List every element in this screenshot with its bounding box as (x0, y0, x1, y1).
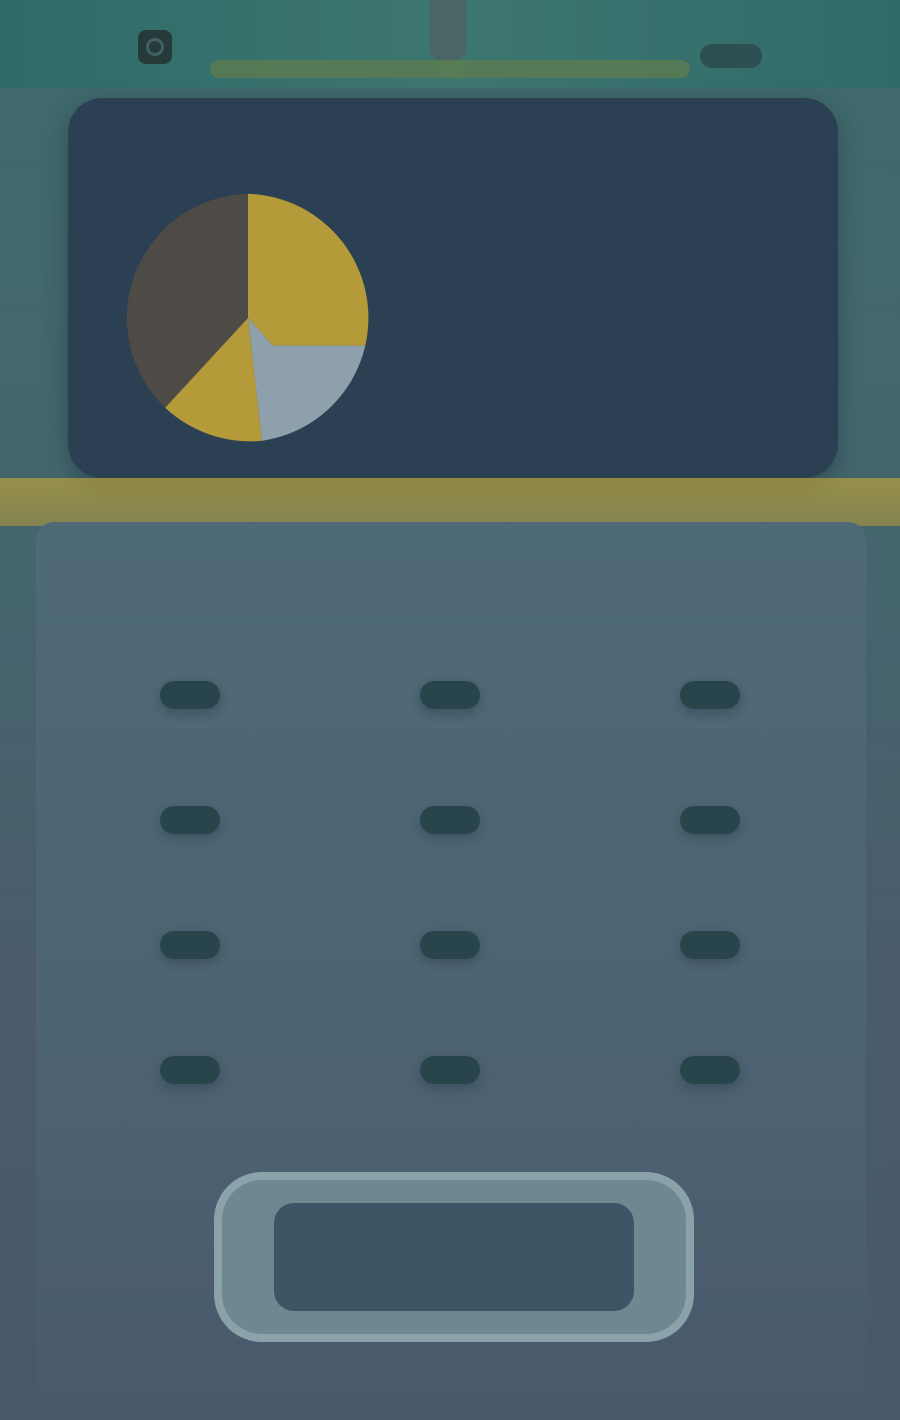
keypad-cell[interactable] (320, 632, 580, 757)
top-center-handle[interactable] (430, 0, 466, 60)
keypad-button[interactable] (420, 1055, 480, 1084)
keypad-cell[interactable] (60, 757, 320, 882)
top-bar (0, 0, 900, 88)
keypad-cell[interactable] (320, 1007, 580, 1132)
pie-chart (126, 193, 369, 442)
keypad-cell[interactable] (60, 632, 320, 757)
keypad-button[interactable] (680, 1055, 740, 1084)
keypad-cell[interactable] (320, 882, 580, 1007)
keypad-button[interactable] (420, 930, 480, 959)
keypad-cell[interactable] (60, 1007, 320, 1132)
target-icon[interactable] (138, 30, 172, 64)
summary-card (68, 98, 838, 478)
keypad-cell[interactable] (320, 757, 580, 882)
keypad-button[interactable] (160, 680, 220, 709)
keypad-button[interactable] (160, 805, 220, 834)
keypad-button[interactable] (420, 805, 480, 834)
keypad-button[interactable] (160, 930, 220, 959)
top-progress-strip (210, 60, 690, 78)
keypad-cell[interactable] (60, 882, 320, 1007)
keypad-panel (36, 522, 866, 1402)
keypad-button[interactable] (420, 680, 480, 709)
top-right-badge[interactable] (700, 44, 762, 68)
keypad-button[interactable] (680, 930, 740, 959)
primary-action-button[interactable] (214, 1172, 694, 1342)
keypad-button[interactable] (680, 805, 740, 834)
keypad-button[interactable] (680, 680, 740, 709)
keypad-cell[interactable] (580, 882, 840, 1007)
primary-action-label (274, 1203, 634, 1311)
pie-slice-gold (248, 193, 369, 346)
keypad-cell[interactable] (580, 1007, 840, 1132)
keypad-button[interactable] (160, 1055, 220, 1084)
keypad-cell[interactable] (580, 632, 840, 757)
keypad-cell[interactable] (580, 757, 840, 882)
section-divider (0, 478, 900, 526)
keypad-grid (60, 632, 840, 1132)
